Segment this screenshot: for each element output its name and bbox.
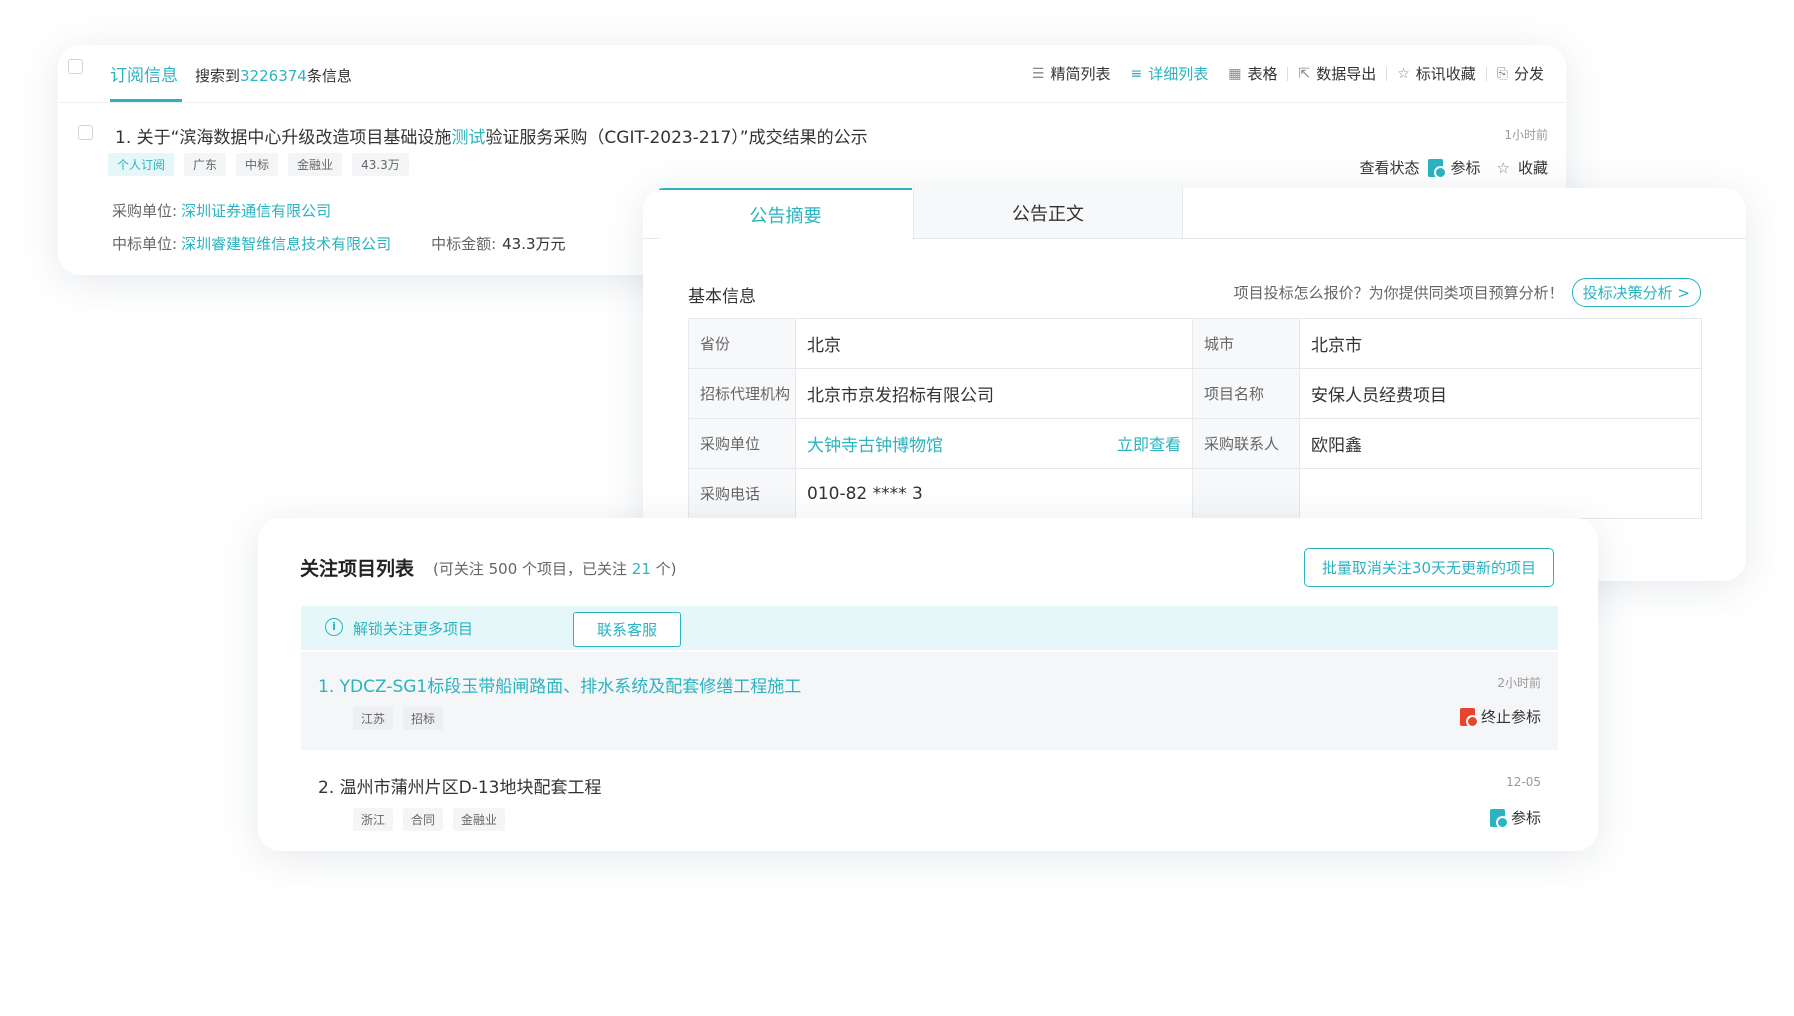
list-item[interactable]: 1. YDCZ-SG1标段玉带船闸路面、排水系统及配套修缮工程施工 2小时前 江… <box>301 652 1558 750</box>
city-label: 城市 <box>1192 318 1300 369</box>
analysis-hint: 项目投标怎么报价？为你提供同类项目预算分析！ 投标决策分析 > <box>1234 278 1701 307</box>
star-icon: ☆ <box>1397 65 1410 82</box>
tag-subscription: 个人订阅 <box>108 153 175 176</box>
contact-value: 欧阳鑫 <box>1299 418 1702 469</box>
item-tags: 个人订阅 广东 中标 金融业 43.3万 <box>108 153 409 176</box>
simple-list-button[interactable]: ☰ 精简列表 <box>1022 63 1121 84</box>
stop-bid-icon <box>1459 707 1479 728</box>
city-value: 北京市 <box>1299 318 1702 369</box>
item-checkbox[interactable] <box>78 125 93 140</box>
subscription-header: 订阅信息 搜索到3226374条信息 ☰ 精简列表 ≡ 详细列表 ▦ 表格 ⇱ 数据导出… <box>58 45 1566 103</box>
view-status-button[interactable]: 查看状态 <box>1360 157 1420 178</box>
bid-icon <box>1427 158 1447 179</box>
unlock-text: 解锁关注更多项目 <box>353 620 474 638</box>
export-button[interactable]: ⇱ 数据导出 <box>1288 63 1386 84</box>
purchaser-link[interactable]: 大钟寺古钟博物馆 <box>807 436 943 456</box>
project-time: 2小时前 <box>1497 676 1541 690</box>
item-actions: 查看状态 参标 ☆ 收藏 <box>1360 157 1548 179</box>
contact-support-button[interactable]: 联系客服 <box>573 612 682 647</box>
share-button[interactable]: ⎘ 分发 <box>1487 63 1554 84</box>
list-icon: ☰ <box>1031 65 1045 82</box>
tag-industry: 金融业 <box>453 808 506 831</box>
contact-label: 采购联系人 <box>1192 418 1300 469</box>
bid-button[interactable]: 参标 <box>1451 157 1481 178</box>
bid-analysis-button[interactable]: 投标决策分析 > <box>1571 278 1701 307</box>
purchaser-row: 采购单位: 深圳证券通信有限公司 <box>112 202 332 220</box>
tag-region: 浙江 <box>353 808 394 831</box>
info-icon: i <box>325 618 343 636</box>
bookmark-button[interactable]: ☆ 标讯收藏 <box>1387 63 1486 84</box>
tab-subscription[interactable]: 订阅信息 <box>110 61 178 86</box>
export-icon: ⇱ <box>1298 65 1311 82</box>
item-time: 1小时前 <box>1504 128 1548 142</box>
province-label: 省份 <box>688 318 796 369</box>
tag-stage: 合同 <box>403 808 444 831</box>
project-title-link[interactable]: 2. 温州市蒲州片区D-13地块配套工程 <box>318 773 601 798</box>
item-title-link[interactable]: 1. 关于“滨海数据中心升级改造项目基础设施测试验证服务采购（CGIT-2023… <box>115 123 868 148</box>
share-icon: ⎘ <box>1496 65 1508 82</box>
project-tags: 浙江 合同 金融业 <box>353 808 506 831</box>
empty-value <box>1299 468 1702 519</box>
tab-summary[interactable]: 公告摘要 <box>659 188 912 240</box>
project-time: 12-05 <box>1506 775 1541 789</box>
tag-stage: 招标 <box>403 707 444 730</box>
unlock-banner: i 解锁关注更多项目 联系客服 <box>301 606 1558 650</box>
section-title: 基本信息 <box>688 287 756 307</box>
agency-value: 北京市京发招标有限公司 <box>795 368 1193 419</box>
batch-unfollow-button[interactable]: 批量取消关注30天无更新的项目 <box>1303 548 1554 587</box>
phone-label: 采购电话 <box>688 468 796 519</box>
purchaser-link[interactable]: 深圳证券通信有限公司 <box>181 202 331 220</box>
basic-info-table: 省份 北京 城市 北京市 招标代理机构 北京市京发招标有限公司 项目名称 安保人… <box>688 318 1702 519</box>
tag-stage: 中标 <box>236 153 279 176</box>
agency-label: 招标代理机构 <box>688 368 796 419</box>
followed-list-title: 关注项目列表 <box>300 558 415 580</box>
winner-row: 中标单位: 深圳睿建智维信息技术有限公司 中标金额: 43.3万元 <box>112 235 566 253</box>
tag-amount: 43.3万 <box>352 153 409 176</box>
purchaser-cell: 大钟寺古钟博物馆 立即查看 <box>795 418 1193 469</box>
detail-list-button[interactable]: ≡ 详细列表 <box>1120 63 1218 84</box>
empty-label <box>1192 468 1300 519</box>
stop-bid-button[interactable]: 终止参标 <box>1459 706 1541 728</box>
tab-full-text[interactable]: 公告正文 <box>913 188 1183 238</box>
list-item[interactable]: 2. 温州市蒲州片区D-13地块配套工程 12-05 浙江 合同 金融业 参标 <box>301 753 1558 851</box>
tag-industry: 金融业 <box>288 153 343 176</box>
star-icon: ☆ <box>1496 158 1510 177</box>
table-view-button[interactable]: ▦ 表格 <box>1218 63 1287 84</box>
tag-region: 江苏 <box>353 707 394 730</box>
project-tags: 江苏 招标 <box>353 707 444 730</box>
table-icon: ▦ <box>1228 65 1242 82</box>
view-toolbar: ☰ 精简列表 ≡ 详细列表 ▦ 表格 ⇱ 数据导出 ☆ 标讯收藏 ⎘ 分发 <box>1022 63 1554 84</box>
phone-value: 010-82 **** 3 <box>795 468 1193 519</box>
followed-projects-card: 关注项目列表 (可关注 500 个项目，已关注 21 个) 批量取消关注30天无… <box>258 518 1598 851</box>
announcement-tabs: 公告摘要 公告正文 <box>643 188 1746 240</box>
detail-list-icon: ≡ <box>1130 65 1143 82</box>
favorite-button[interactable]: 收藏 <box>1518 157 1548 178</box>
purchaser-label: 采购单位 <box>688 418 796 469</box>
select-all-checkbox[interactable] <box>68 59 83 74</box>
project-title-link[interactable]: 1. YDCZ-SG1标段玉带船闸路面、排水系统及配套修缮工程施工 <box>318 672 801 697</box>
search-result-count: 搜索到3226374条信息 <box>195 67 352 85</box>
followed-quota: (可关注 500 个项目，已关注 21 个) <box>433 560 677 578</box>
tab-active-indicator <box>110 99 182 102</box>
winning-amount: 43.3万元 <box>502 235 566 253</box>
project-name-value: 安保人员经费项目 <box>1299 368 1702 419</box>
bid-icon <box>1489 808 1509 829</box>
tag-region: 广东 <box>184 153 227 176</box>
winner-link[interactable]: 深圳睿建智维信息技术有限公司 <box>181 235 391 253</box>
province-value: 北京 <box>795 318 1193 369</box>
view-now-link[interactable]: 立即查看 <box>1117 431 1181 455</box>
project-name-label: 项目名称 <box>1192 368 1300 419</box>
bid-button[interactable]: 参标 <box>1489 807 1541 829</box>
